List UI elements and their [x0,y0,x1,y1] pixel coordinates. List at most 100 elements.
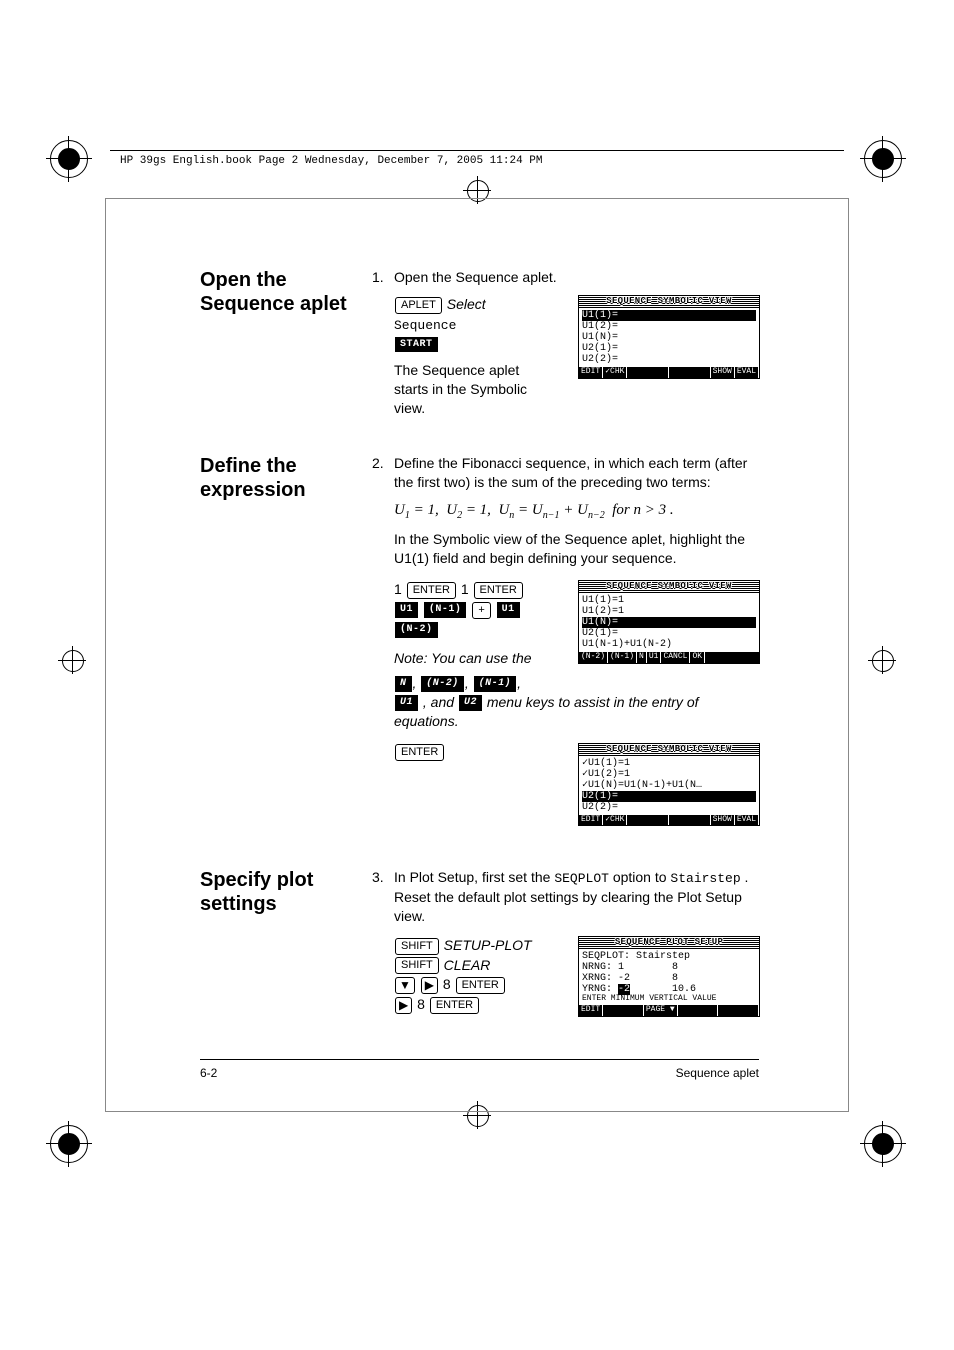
screenshot-row: U2(2)= [582,802,756,813]
menu-item: SHOW [711,815,735,826]
note-continued: N, (N-2), (N-1), U1 , and U2 menu keys t… [394,674,760,731]
u2-softkey: U2 [459,695,482,711]
n-minus-2-softkey: (N-2) [395,622,438,638]
n-softkey: N [395,676,412,692]
menu-item [627,815,669,826]
n-minus-1-softkey: (N-1) [474,676,517,692]
setup-plot-label: SETUP-PLOT [444,937,532,953]
enter-key: ENTER [474,582,523,599]
enter-key: ENTER [430,997,479,1014]
menu-item [718,1005,759,1016]
menu-item: ✓CHK [603,367,627,378]
screenshot-row: U2(2)= [582,354,756,365]
menu-item: CANCL [661,652,690,663]
section-open-aplet: Open the Sequence aplet 1. Open the Sequ… [200,268,760,426]
calculator-screenshot: SEQUENCE PLOT SETUP SEQPLOT: Stairstep N… [578,936,760,1017]
stairstep-label: Stairstep [670,871,740,886]
registration-mark-icon [50,140,90,180]
screenshot-menu: EDIT ✓CHK SHOW EVAL [579,815,759,826]
screenshot-title: SEQUENCE SYMBOLIC VIEW [579,744,759,756]
menu-item [603,1005,644,1016]
screenshot-row: U2(1)= [582,343,756,354]
calculator-screenshot: SEQUENCE SYMBOLIC VIEW U1(1)= U1(2)= U1(… [578,295,760,379]
screenshot-menu: EDIT ✓CHK SHOW EVAL [579,367,759,378]
screenshot-row: NRNG: 1 8 [582,962,756,973]
section-define-expression: Define the expression 2. Define the Fibo… [200,454,760,840]
section-title: Open the Sequence aplet [200,268,372,426]
menu-item: N [637,652,647,663]
page-footer: 6-2 Sequence aplet [200,1059,759,1080]
description: The Sequence aplet starts in the Symboli… [394,361,544,418]
registration-mark-icon [864,1125,904,1165]
menu-item [627,367,669,378]
screenshot-row: U1(N-1)+U1(N-2) [582,639,756,650]
math-formula: U1 = 1, U2 = 1, Un = Un−1 + Un−2 for n >… [394,500,760,523]
menu-item: (N-2) [579,652,608,663]
section-plot-settings: Specify plot settings 3. In Plot Setup, … [200,868,760,1031]
screenshot-menu: EDIT PAGE ▼ [579,1005,759,1016]
screenshot-row: U1(1)=1 [582,595,756,606]
screenshot-row: U1(N)= [582,617,756,628]
registration-mark-icon [872,650,892,670]
header-rule [110,150,844,151]
registration-mark-icon [467,180,487,200]
digit-1: 1 [394,581,402,597]
u1-softkey: U1 [395,602,418,618]
header-book-info: HP 39gs English.book Page 2 Wednesday, D… [120,155,542,167]
menu-item: EDIT [579,815,603,826]
screenshot-row: SEQPLOT: Stairstep [582,951,756,962]
paragraph: In the Symbolic view of the Sequence apl… [394,530,760,568]
right-arrow-key: ▶ [421,977,438,994]
screenshot-row: U1(2)=1 [582,606,756,617]
down-arrow-key: ▼ [395,977,415,994]
registration-mark-icon [62,650,82,670]
enter-key: ENTER [395,744,444,761]
select-label: Select [447,296,486,312]
n-minus-1-softkey: (N-1) [424,602,467,618]
menu-item: EDIT [579,1005,603,1016]
menu-item [678,1005,719,1016]
menu-item: SHOW [711,367,735,378]
step-text: Open the Sequence aplet. [394,268,760,287]
screenshot-row: U1(N)= [582,332,756,343]
shift-key: SHIFT [395,957,439,974]
section-title: Specify plot settings [200,868,372,1031]
menu-item: (N-1) [608,652,637,663]
screenshot-title: SEQUENCE SYMBOLIC VIEW [579,296,759,308]
screenshot-row: ✓U1(N)=U1(N-1)+U1(N… [582,780,756,791]
screenshot-row: ✓U1(2)=1 [582,769,756,780]
menu-item [669,367,711,378]
screenshot-row: U2(1)= [582,791,756,802]
screenshot-row: YRNG: -2 10.6 [582,984,756,995]
step-text: In Plot Setup, first set the [394,869,554,885]
chapter-name: Sequence aplet [676,1066,759,1080]
enter-key: ENTER [456,977,505,994]
step-text: Define the Fibonacci sequence, in which … [394,454,760,492]
clear-label: CLEAR [444,957,491,973]
menu-item: OK [690,652,705,663]
registration-mark-icon [864,140,904,180]
screenshot-row: U2(1)= [582,628,756,639]
screenshot-row: U1(2)= [582,321,756,332]
digit-8: 8 [417,996,425,1012]
step-number: 2. [372,454,394,832]
sequence-menu-label: Sequence [394,318,456,333]
aplet-key: APLET [395,297,442,314]
u1-softkey: U1 [395,695,418,711]
screenshot-menu: (N-2) (N-1) N U1 CANCL OK [579,652,759,663]
digit-8: 8 [443,976,451,992]
plus-key: + [472,602,490,619]
menu-item: EVAL [735,367,759,378]
n-minus-2-softkey: (N-2) [421,676,464,692]
seqplot-label: SEQPLOT [554,871,609,886]
step-text: option to [613,869,671,885]
menu-item: EDIT [579,367,603,378]
registration-mark-icon [50,1125,90,1165]
calculator-screenshot: SEQUENCE SYMBOLIC VIEW U1(1)=1 U1(2)=1 U… [578,580,760,664]
start-softkey: START [395,337,438,353]
menu-item: ✓CHK [603,815,627,826]
calculator-screenshot: SEQUENCE SYMBOLIC VIEW ✓U1(1)=1 ✓U1(2)=1… [578,743,760,827]
screenshot-row: ENTER MINIMUM VERTICAL VALUE [582,995,756,1004]
enter-key: ENTER [407,582,456,599]
screenshot-row: XRNG: -2 8 [582,973,756,984]
